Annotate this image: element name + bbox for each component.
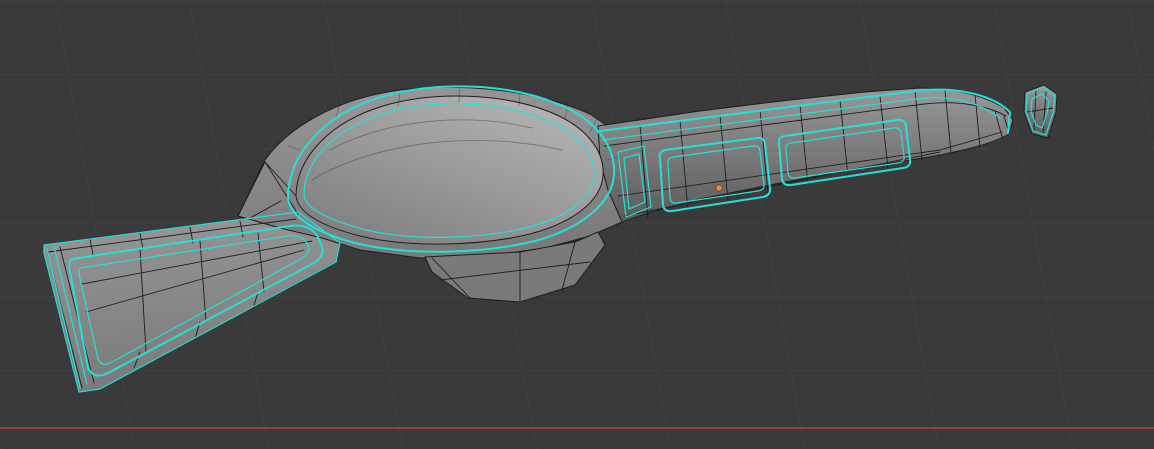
3d-viewport[interactable] <box>0 0 1154 449</box>
viewport-canvas[interactable] <box>0 0 1154 449</box>
mesh-object[interactable] <box>43 84 1058 393</box>
origin-point[interactable] <box>715 184 723 192</box>
